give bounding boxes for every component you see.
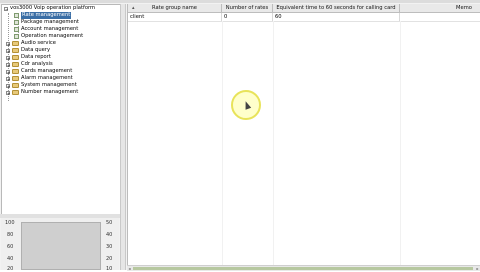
- tree-root-label: vos3000 Voip operation platform: [10, 5, 96, 11]
- expand-icon[interactable]: +: [6, 76, 10, 81]
- column-divider: [273, 21, 274, 268]
- cell-equivalent-time[interactable]: 60: [273, 13, 400, 21]
- expand-icon[interactable]: +: [6, 55, 10, 60]
- sort-arrow-icon: ▴: [132, 5, 135, 11]
- tree-item-operation-management[interactable]: Operation management: [14, 33, 83, 40]
- rate-leaf-icon: [14, 13, 19, 18]
- right-tick-label: 50: [106, 220, 113, 226]
- table-header-row: ▴ Rate group name Number of rates Equiva…: [128, 4, 480, 13]
- package-leaf-icon: [14, 20, 19, 25]
- rate-group-table: ▴ Rate group name Number of rates Equiva…: [127, 4, 480, 270]
- tree-item-label: Cards management: [21, 68, 73, 74]
- cell-rate-group-name[interactable]: client: [128, 13, 222, 21]
- scroll-right-icon[interactable]: ▸: [475, 266, 480, 271]
- left-tick-label: 80: [7, 232, 14, 238]
- monitor-chart-area: [21, 222, 101, 270]
- tree-item-system-management[interactable]: + System management: [6, 82, 77, 89]
- tree-item-label: Data report: [21, 54, 51, 60]
- column-header-rate-group-name[interactable]: ▴ Rate group name: [128, 4, 222, 12]
- tree-root-node[interactable]: − vos3000 Voip operation platform: [4, 5, 95, 12]
- tree-item-label: Account management: [21, 26, 79, 32]
- tree-item-label: Audio service: [21, 40, 56, 46]
- left-tick-label: 40: [7, 256, 14, 262]
- tree-item-label: Rate management: [21, 12, 72, 19]
- navigation-tree: − vos3000 Voip operation platform Rate m…: [1, 4, 121, 216]
- expand-icon[interactable]: +: [6, 48, 10, 53]
- folder-icon: [12, 41, 19, 46]
- folder-icon: [12, 48, 19, 53]
- vertical-splitter[interactable]: [120, 4, 126, 270]
- tree-item-rate-management[interactable]: Rate management: [14, 12, 72, 19]
- operation-leaf-icon: [14, 34, 19, 39]
- monitor-chart-panel: 100 80 60 40 20 50 40 30 20 10: [1, 218, 119, 272]
- folder-icon: [12, 55, 19, 60]
- window-top-border: [0, 0, 480, 3]
- table-body: [128, 21, 480, 268]
- tree-item-label: System management: [21, 82, 77, 88]
- tree-item-package-management[interactable]: Package management: [14, 19, 79, 26]
- right-tick-label: 40: [106, 232, 113, 238]
- scroll-left-icon[interactable]: ◂: [127, 266, 132, 271]
- tree-item-label: Operation management: [21, 33, 84, 39]
- expand-icon[interactable]: +: [6, 83, 10, 88]
- tree-item-account-management[interactable]: Account management: [14, 26, 78, 33]
- header-label: Rate group name: [152, 5, 197, 11]
- tree-item-alarm-management[interactable]: + Alarm management: [6, 75, 73, 82]
- tree-item-label: Data query: [21, 47, 51, 53]
- expand-icon[interactable]: +: [6, 90, 10, 95]
- header-label: Memo: [456, 5, 472, 11]
- tree-item-cdr-analysis[interactable]: + Cdr analysis: [6, 61, 53, 68]
- tree-item-label: Cdr analysis: [21, 61, 53, 67]
- collapse-icon[interactable]: −: [4, 6, 8, 11]
- horizontal-scrollbar[interactable]: ◂ ▸: [127, 265, 480, 271]
- folder-icon: [12, 76, 19, 81]
- expand-icon[interactable]: +: [6, 41, 10, 46]
- tree-item-audio-service[interactable]: + Audio service: [6, 40, 56, 47]
- tree-item-label: Alarm management: [21, 75, 73, 81]
- expand-icon[interactable]: +: [6, 62, 10, 67]
- cell-number-of-rates[interactable]: 0: [222, 13, 273, 21]
- tree-item-label: Number management: [21, 89, 79, 95]
- column-divider: [400, 21, 401, 268]
- header-label: Equivalent time to 60 seconds for callin…: [276, 5, 396, 11]
- cell-memo[interactable]: [400, 13, 480, 21]
- expand-icon[interactable]: +: [6, 69, 10, 74]
- column-header-memo[interactable]: Memo: [400, 4, 480, 12]
- tree-item-data-report[interactable]: + Data report: [6, 54, 51, 61]
- folder-icon: [12, 62, 19, 67]
- left-tick-label: 20: [7, 266, 14, 272]
- column-header-number-of-rates[interactable]: Number of rates: [222, 4, 273, 12]
- folder-icon: [12, 90, 19, 95]
- tree-item-cards-management[interactable]: + Cards management: [6, 68, 72, 75]
- right-tick-label: 20: [106, 256, 113, 262]
- app-window: − vos3000 Voip operation platform Rate m…: [0, 0, 480, 272]
- left-tick-label: 60: [7, 244, 14, 250]
- column-header-equivalent-time[interactable]: Equivalent time to 60 seconds for callin…: [273, 4, 400, 12]
- tree-item-data-query[interactable]: + Data query: [6, 47, 50, 54]
- right-tick-label: 30: [106, 244, 113, 250]
- tree-item-label: Package management: [21, 19, 79, 25]
- header-label: Number of rates: [225, 5, 269, 11]
- folder-icon: [12, 83, 19, 88]
- tree-item-number-management[interactable]: + Number management: [6, 89, 78, 96]
- right-tick-label: 10: [106, 266, 113, 272]
- account-leaf-icon: [14, 27, 19, 32]
- folder-icon: [12, 69, 19, 74]
- left-tick-label: 100: [5, 220, 15, 226]
- column-divider: [222, 21, 223, 268]
